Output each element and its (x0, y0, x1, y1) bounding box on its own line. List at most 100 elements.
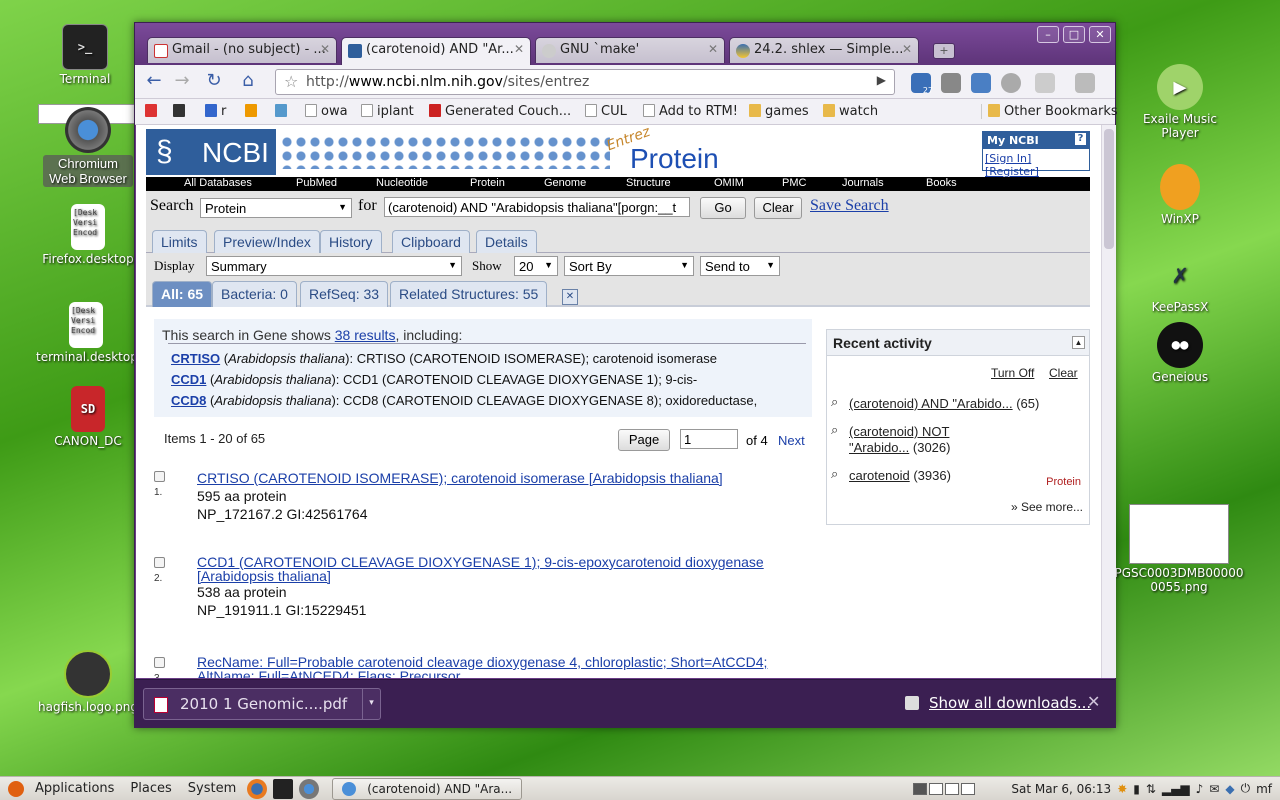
recent-query-link[interactable]: (carotenoid) AND "Arabido... (849, 396, 1013, 411)
dropbox-icon[interactable]: ◆ (1225, 782, 1234, 796)
chromium-launcher-icon[interactable] (299, 778, 320, 799)
extension-icon[interactable] (941, 73, 961, 93)
firefox-launcher-icon[interactable] (247, 778, 268, 799)
go-arrow-icon[interactable]: ▶ (877, 73, 886, 87)
download-item[interactable]: 2010 1 Genomic....pdf ▾ (143, 688, 381, 720)
filter-refseq[interactable]: RefSeq: 33 (300, 281, 389, 307)
filter-related-structures[interactable]: Related Structures: 55 (390, 281, 548, 307)
collapse-icon[interactable]: ▲ (1072, 336, 1085, 349)
bookmark-calendar[interactable] (173, 104, 189, 119)
bookmark-rtm[interactable]: Add to RTM! (643, 104, 738, 119)
menu-system[interactable]: System (180, 781, 244, 796)
tab-preview-index[interactable]: Preview/Index (214, 230, 320, 253)
bookmark-folder-games[interactable]: games (749, 104, 809, 119)
bookmark-image[interactable] (245, 104, 261, 119)
wrench-menu-icon[interactable] (1075, 73, 1095, 93)
maximize-button[interactable]: □ (1063, 26, 1085, 43)
help-icon[interactable]: ? (1075, 133, 1086, 145)
show-count-select[interactable]: 20 ▼ (514, 256, 558, 276)
volume-icon[interactable]: ♪ (1196, 782, 1204, 796)
go-button[interactable]: Go (700, 197, 746, 219)
wrench-icon[interactable]: ✕ (562, 289, 578, 305)
new-tab-button[interactable]: + (933, 43, 955, 59)
menu-places[interactable]: Places (122, 781, 179, 796)
desktop-icon-hagfish[interactable]: hagfish.logo.png (38, 650, 138, 714)
result-title-link[interactable]: CRTISO (CAROTENOID ISOMERASE); carotenoi… (197, 470, 723, 486)
tab-shlex[interactable]: 24.2. shlex — Simple... ✕ (729, 37, 919, 63)
scrollbar-thumb[interactable] (1104, 129, 1114, 249)
other-bookmarks-folder[interactable]: Other Bookmarks (981, 104, 1118, 119)
desktop-icon-terminal[interactable]: >_ Terminal (35, 24, 135, 86)
save-search-link[interactable]: Save Search (810, 197, 889, 215)
next-page-link[interactable]: Next (778, 433, 805, 448)
forward-button[interactable]: → (169, 70, 195, 94)
result-title-link[interactable]: CCD1 (CAROTENOID CLEAVAGE DIOXYGENASE 1)… (197, 554, 764, 584)
bookmark-gmail[interactable] (145, 104, 161, 119)
home-button[interactable]: ⌂ (235, 70, 261, 94)
bookmark-boat[interactable] (275, 104, 291, 119)
nav-pubmed[interactable]: PubMed (296, 177, 337, 189)
send-to-select[interactable]: Send to ▼ (700, 256, 780, 276)
desktop-icon-chromium[interactable]: Chromium Web Browser (38, 104, 138, 187)
tab-gmail[interactable]: Gmail - (no subject) - ... ✕ (147, 37, 337, 63)
database-select[interactable]: Protein ▼ (200, 198, 352, 218)
vertical-scrollbar[interactable] (1101, 125, 1116, 678)
mail-icon[interactable]: ✉ (1209, 782, 1219, 796)
clear-history-link[interactable]: Clear (1049, 366, 1078, 380)
result-checkbox[interactable] (154, 471, 165, 482)
back-button[interactable]: ← (141, 70, 167, 94)
workspace-switcher[interactable] (913, 782, 976, 795)
tab-history[interactable]: History (320, 230, 382, 253)
page-number-input[interactable]: 1 (680, 429, 738, 449)
tab-clipboard[interactable]: Clipboard (392, 230, 470, 253)
result-checkbox[interactable] (154, 557, 165, 568)
menu-applications[interactable]: Applications (27, 781, 122, 796)
clear-button[interactable]: Clear (754, 197, 802, 219)
nav-protein[interactable]: Protein (470, 177, 505, 189)
bookmark-owa[interactable]: owa (305, 104, 348, 119)
nav-omim[interactable]: OMIM (714, 177, 744, 189)
workspace-2[interactable] (929, 782, 944, 795)
result-checkbox[interactable] (154, 657, 165, 668)
nav-books[interactable]: Books (926, 177, 957, 189)
ncbi-logo[interactable]: § NCBI (146, 129, 276, 175)
close-window-button[interactable]: ✕ (1089, 26, 1111, 43)
display-format-select[interactable]: Summary ▼ (206, 256, 462, 276)
gene-symbol-link[interactable]: CCD1 (171, 372, 206, 387)
result-title-link[interactable]: RecName: Full=Probable carotenoid cleava… (197, 654, 767, 678)
show-all-downloads-link[interactable]: Show all downloads... (929, 694, 1091, 712)
bookmark-iplant[interactable]: iplant (361, 104, 414, 119)
search-query-input[interactable]: (carotenoid) AND "Arabidopsis thaliana"[… (384, 197, 690, 217)
close-tab-icon[interactable]: ✕ (320, 42, 330, 56)
terminal-launcher-icon[interactable] (273, 778, 294, 799)
desktop-icon-canon-dc[interactable]: SD CANON_DC (38, 386, 138, 448)
desktop-icon-png[interactable]: PGSC0003DMB000000055.png (1114, 504, 1244, 594)
minimize-button[interactable]: – (1037, 26, 1059, 43)
sign-in-link[interactable]: [Sign In] (985, 152, 1031, 165)
gene-symbol-link[interactable]: CCD8 (171, 393, 206, 408)
workspace-3[interactable] (945, 782, 960, 795)
extension-icon[interactable]: 27 (911, 73, 933, 95)
chevron-down-icon[interactable]: ▾ (362, 689, 380, 719)
network-icon[interactable]: ⇅ (1146, 782, 1156, 796)
taskbar-window-button[interactable]: (carotenoid) AND "Ara... (332, 777, 523, 800)
workspace-1[interactable] (913, 782, 928, 795)
battery-icon[interactable]: ▮ (1133, 782, 1140, 796)
bookmark-r[interactable]: r (205, 104, 226, 119)
star-icon[interactable]: ☆ (284, 72, 298, 91)
bookmark-generated-couch[interactable]: Generated Couch... (429, 104, 571, 119)
nav-structure[interactable]: Structure (626, 177, 671, 189)
weather-icon[interactable]: ✸ (1117, 782, 1127, 796)
page-button[interactable]: Page (618, 429, 670, 451)
recent-query-link[interactable]: carotenoid (849, 468, 910, 483)
address-bar[interactable]: ☆ http://www.ncbi.nlm.nih.gov/sites/entr… (275, 69, 895, 95)
close-icon[interactable]: ✕ (1087, 692, 1100, 711)
nav-all-databases[interactable]: All Databases (184, 177, 252, 189)
power-icon[interactable]: ⏻ (1241, 781, 1251, 796)
clock[interactable]: Sat Mar 6, 06:13 (1011, 782, 1111, 796)
extension-icon[interactable] (1001, 73, 1021, 93)
bookmark-cul[interactable]: CUL (585, 104, 627, 119)
page-menu-icon[interactable] (1035, 73, 1055, 93)
tab-gnu-make[interactable]: GNU `make' ✕ (535, 37, 725, 63)
signal-icon[interactable]: ▂▄▆ (1162, 782, 1190, 796)
